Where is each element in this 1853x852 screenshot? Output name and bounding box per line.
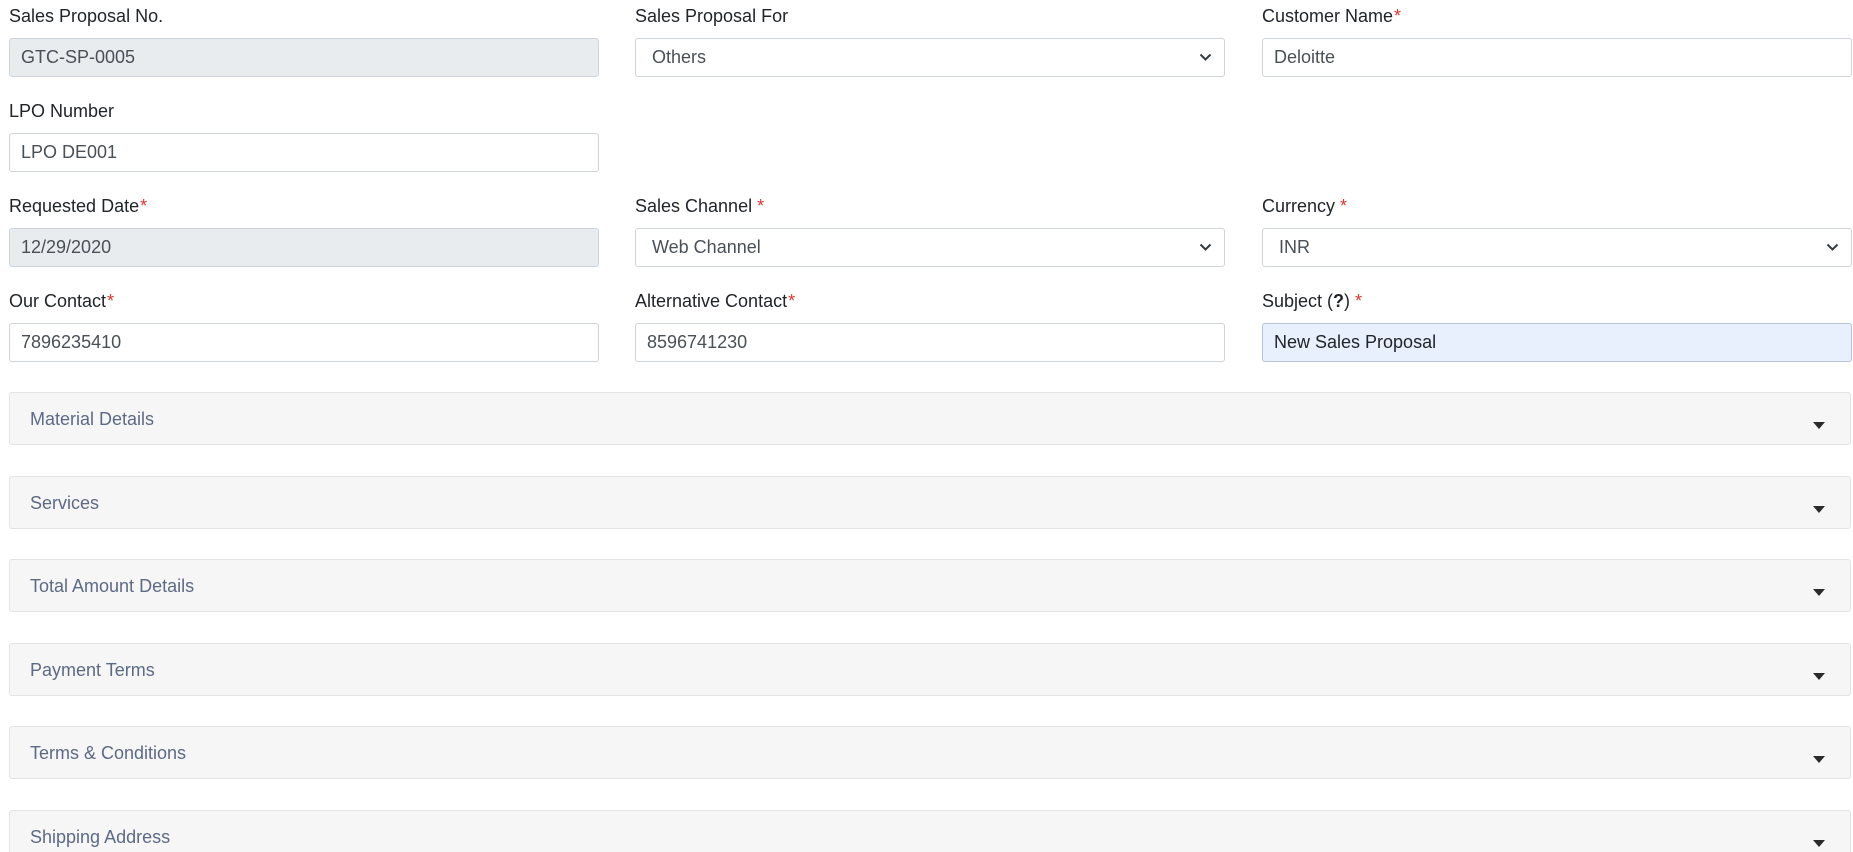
section-title: Payment Terms (30, 660, 155, 680)
section-terms-conditions[interactable]: Terms & Conditions (9, 726, 1851, 779)
our-contact-input[interactable]: 7896235410 (9, 323, 599, 362)
subject-label: Subject (?) * (1262, 291, 1363, 311)
alternative-contact-field: Alternative Contact* 8596741230 (635, 285, 1225, 362)
requested-date-label: Requested Date* (9, 196, 148, 216)
section-title: Material Details (30, 409, 155, 429)
sales-proposal-for-label: Sales Proposal For (635, 6, 789, 26)
sales-proposal-for-select[interactable]: Others (635, 38, 1225, 77)
alternative-contact-label: Alternative Contact* (635, 291, 796, 311)
subject-help-mark[interactable]: ? (1333, 291, 1344, 311)
caret-down-icon (1813, 756, 1825, 763)
section-title: Total Amount Details (30, 576, 195, 596)
lpo-number-input[interactable]: LPO DE001 (9, 133, 599, 172)
sales-channel-field: Sales Channel * Web Channel (635, 190, 1225, 267)
sales-channel-select[interactable]: Web Channel (635, 228, 1225, 267)
sales-channel-value: Web Channel (652, 237, 761, 257)
subject-field: Subject (?) * New Sales Proposal (1262, 285, 1852, 362)
required-marker: * (1394, 6, 1402, 26)
customer-name-field: Customer Name* Deloitte (1262, 0, 1852, 77)
chevron-down-icon (1826, 229, 1839, 266)
chevron-down-icon (1199, 39, 1212, 76)
section-title: Shipping Address (30, 827, 171, 847)
section-payment-terms[interactable]: Payment Terms (9, 643, 1851, 696)
required-marker: * (1340, 196, 1348, 216)
caret-down-icon (1813, 673, 1825, 680)
lpo-number-label: LPO Number (9, 101, 115, 121)
sales-proposal-no-field: Sales Proposal No. GTC-SP-0005 (9, 0, 599, 77)
our-contact-label: Our Contact* (9, 291, 115, 311)
section-material-details[interactable]: Material Details (9, 392, 1851, 445)
section-services[interactable]: Services (9, 476, 1851, 529)
our-contact-field: Our Contact* 7896235410 (9, 285, 599, 362)
required-marker: * (140, 196, 148, 216)
chevron-down-icon (1199, 229, 1212, 266)
lpo-number-field: LPO Number LPO DE001 (9, 95, 599, 172)
section-title: Terms & Conditions (30, 743, 187, 763)
section-shipping-address[interactable]: Shipping Address (9, 810, 1851, 852)
section-total-amount-details[interactable]: Total Amount Details (9, 559, 1851, 612)
sales-proposal-for-field: Sales Proposal For Others (635, 0, 1225, 77)
currency-field: Currency * INR (1262, 190, 1852, 267)
required-marker: * (757, 196, 765, 216)
sales-proposal-for-value: Others (652, 47, 707, 67)
caret-down-icon (1813, 506, 1825, 513)
caret-down-icon (1813, 589, 1825, 596)
sales-proposal-no-label: Sales Proposal No. (9, 6, 164, 26)
sales-proposal-form: Sales Proposal No. GTC-SP-0005 Sales Pro… (0, 0, 1853, 852)
currency-label: Currency * (1262, 196, 1348, 216)
currency-select[interactable]: INR (1262, 228, 1852, 267)
sales-channel-label: Sales Channel * (635, 196, 765, 216)
subject-input[interactable]: New Sales Proposal (1262, 323, 1852, 362)
currency-value: INR (1279, 237, 1310, 257)
required-marker: * (788, 291, 796, 311)
alternative-contact-input[interactable]: 8596741230 (635, 323, 1225, 362)
sales-proposal-no-input[interactable]: GTC-SP-0005 (9, 38, 599, 77)
customer-name-input[interactable]: Deloitte (1262, 38, 1852, 77)
customer-name-label: Customer Name* (1262, 6, 1402, 26)
caret-down-icon (1813, 422, 1825, 429)
caret-down-icon (1813, 840, 1825, 847)
required-marker: * (107, 291, 115, 311)
requested-date-input[interactable]: 12/29/2020 (9, 228, 599, 267)
section-title: Services (30, 493, 100, 513)
required-marker: * (1355, 291, 1363, 311)
requested-date-field: Requested Date* 12/29/2020 (9, 190, 599, 267)
